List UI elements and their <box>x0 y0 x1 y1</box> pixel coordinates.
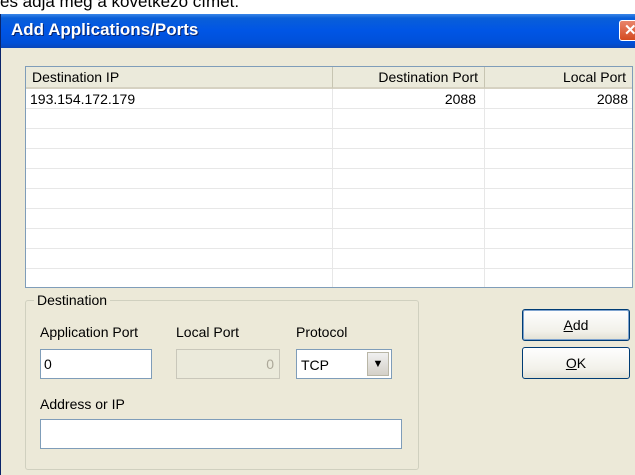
protocol-label: Protocol <box>296 324 348 340</box>
close-icon: ✕ <box>624 22 635 39</box>
address-input[interactable] <box>40 419 402 449</box>
empty-row <box>26 229 632 249</box>
ok-button-accelerator: O <box>565 355 577 371</box>
add-button-accelerator: A <box>563 317 573 333</box>
add-button[interactable]: Add <box>522 309 630 341</box>
column-header-local-port[interactable]: Local Port <box>485 67 632 89</box>
empty-row <box>26 189 632 209</box>
add-button-label: dd <box>572 317 589 333</box>
column-header-destination-port[interactable]: Destination Port <box>333 67 485 89</box>
table-row[interactable]: 193.154.172.179 2088 2088 <box>26 89 632 109</box>
application-port-label: Application Port <box>40 324 139 340</box>
close-button[interactable]: ✕ <box>619 20 635 41</box>
add-applications-ports-dialog: Add Applications/Ports ✕ Destination IP … <box>0 14 635 475</box>
destination-groupbox: Destination Application Port Local Port … <box>25 292 419 470</box>
empty-row <box>26 129 632 149</box>
dialog-title: Add Applications/Ports <box>11 20 199 39</box>
ports-list[interactable]: Destination IP Destination Port Local Po… <box>25 66 633 288</box>
dropdown-arrow-icon[interactable]: ▼ <box>367 352 389 376</box>
background-instruction-text: és adja meg a következő címet: <box>0 0 240 11</box>
empty-row <box>26 209 632 229</box>
cell-local-port: 2088 <box>596 91 628 107</box>
protocol-selected-value: TCP <box>301 357 329 373</box>
ok-button-label: K <box>576 355 587 371</box>
local-port-label: Local Port <box>176 324 240 340</box>
title-bar[interactable]: Add Applications/Ports ✕ <box>1 14 635 48</box>
address-label: Address or IP <box>40 396 125 412</box>
protocol-select[interactable]: TCP ▼ <box>296 349 392 379</box>
empty-row <box>26 169 632 189</box>
cell-destination-ip: 193.154.172.179 <box>30 91 136 107</box>
empty-row <box>26 109 632 129</box>
application-port-input[interactable] <box>40 349 152 379</box>
column-header-destination-ip[interactable]: Destination IP <box>26 67 333 89</box>
destination-legend: Destination <box>34 292 111 308</box>
ok-button[interactable]: OK <box>522 347 630 379</box>
empty-row <box>26 269 632 287</box>
empty-row <box>26 149 632 169</box>
cell-destination-port: 2088 <box>444 91 476 107</box>
empty-row <box>26 249 632 269</box>
local-port-input <box>176 349 280 379</box>
list-header: Destination IP Destination Port Local Po… <box>26 67 632 89</box>
